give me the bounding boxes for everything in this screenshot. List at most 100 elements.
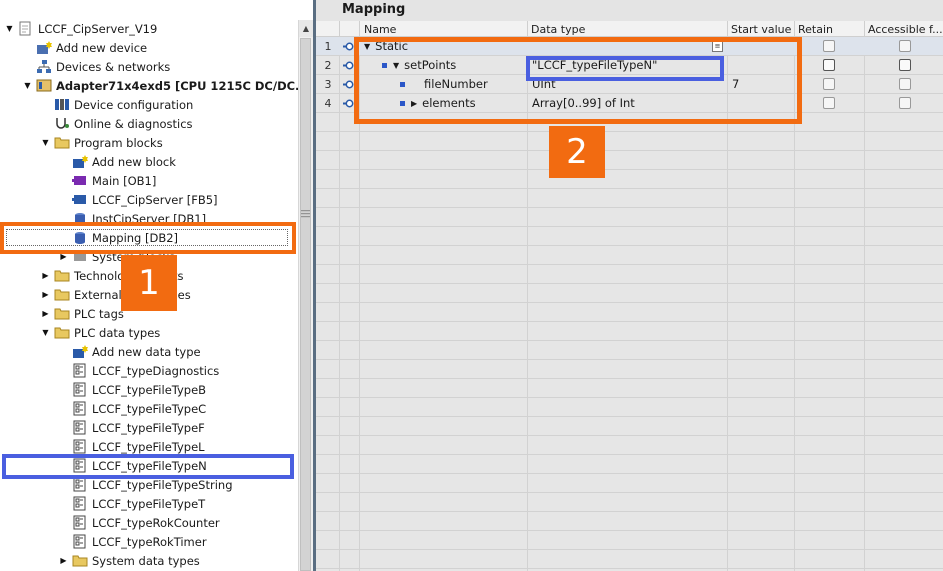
tree-item-label: Add new block [92, 154, 176, 169]
retain-checkbox[interactable] [823, 78, 835, 90]
header-rownum [316, 21, 340, 37]
empty-row[interactable] [316, 246, 943, 265]
tree-scrollbar-thumb[interactable] [300, 38, 311, 571]
empty-row[interactable] [316, 493, 943, 512]
tree-item[interactable]: LCCF_typeRokTimer [0, 532, 298, 551]
tree-item[interactable]: LCCF_typeDiagnostics [0, 361, 298, 380]
header-accessible[interactable]: Accessible f... [865, 21, 943, 37]
header-startvalue[interactable]: Start value [728, 21, 795, 37]
empty-row[interactable] [316, 436, 943, 455]
tree-item-label: LCCF_typeFileTypeB [92, 382, 207, 397]
empty-row[interactable] [316, 531, 943, 550]
tree-item[interactable]: LCCF_CipServer [FB5] [0, 190, 298, 209]
header-retain[interactable]: Retain [795, 21, 865, 37]
empty-row[interactable] [316, 550, 943, 569]
tree-item[interactable]: ▼ PLC data types [0, 323, 298, 342]
interface-icon [342, 41, 354, 52]
interface-icon [342, 79, 354, 90]
empty-row[interactable] [316, 303, 943, 322]
tree-item[interactable]: Add new device [0, 38, 298, 57]
add-block-icon [72, 154, 88, 169]
tree-item-label: LCCF_typeFileTypeT [92, 496, 206, 511]
empty-row[interactable] [316, 227, 943, 246]
accessible-checkbox[interactable] [899, 78, 911, 90]
tree-item-label: PLC data types [74, 325, 161, 340]
empty-row[interactable] [316, 151, 943, 170]
udt-icon [72, 496, 88, 511]
row-number: 3 [324, 78, 332, 91]
tree-item[interactable]: LCCF_typeFileTypeB [0, 380, 298, 399]
network-icon [36, 59, 52, 74]
accessible-checkbox[interactable] [899, 97, 911, 109]
header-datatype[interactable]: Data type [528, 21, 728, 37]
retain-checkbox[interactable] [823, 40, 835, 52]
tree-item-label: LCCF_typeDiagnostics [92, 363, 220, 378]
tree-item[interactable]: Main [OB1] [0, 171, 298, 190]
tree-item-label: Online & diagnostics [74, 116, 193, 131]
expand-right-icon[interactable]: ▶ [40, 270, 51, 281]
tree-item[interactable]: Devices & networks [0, 57, 298, 76]
row-number: 2 [324, 59, 332, 72]
tree-item-label: PLC tags [74, 306, 124, 321]
tree-item[interactable]: Add new block [0, 152, 298, 171]
expand-down-icon[interactable]: ▼ [40, 327, 51, 338]
udt-icon [72, 439, 88, 454]
scroll-grip-icon: ― ― ― [301, 206, 310, 222]
tree-item-label: Main [OB1] [92, 173, 157, 188]
tree-item[interactable]: LCCF_typeRokCounter [0, 513, 298, 532]
empty-row[interactable] [316, 512, 943, 531]
tree-item-label: Device configuration [74, 97, 194, 112]
tree-item[interactable]: LCCF_typeFileTypeT [0, 494, 298, 513]
empty-row[interactable] [316, 398, 943, 417]
interface-icon [342, 60, 354, 71]
tree-item[interactable]: Device configuration [0, 95, 298, 114]
tree-item[interactable]: LCCF_typeFileTypeF [0, 418, 298, 437]
expand-down-icon[interactable]: ▼ [4, 23, 15, 34]
empty-row[interactable] [316, 189, 943, 208]
expand-right-icon[interactable]: ▶ [40, 308, 51, 319]
expand-down-icon[interactable]: ▼ [40, 137, 51, 148]
tree-item[interactable]: Add new data type [0, 342, 298, 361]
tree-item[interactable]: Online & diagnostics [0, 114, 298, 133]
empty-row[interactable] [316, 284, 943, 303]
scroll-up-arrow-icon[interactable]: ▲ [298, 20, 313, 37]
empty-row[interactable] [316, 322, 943, 341]
empty-row[interactable] [316, 474, 943, 493]
empty-row[interactable] [316, 455, 943, 474]
tree-item-label: LCCF_CipServer_V19 [38, 21, 158, 36]
diagnostics-icon [54, 116, 70, 131]
empty-row[interactable] [316, 341, 943, 360]
retain-checkbox[interactable] [823, 97, 835, 109]
annotation-box-1 [0, 222, 296, 254]
empty-row[interactable] [316, 417, 943, 436]
row-number: 1 [324, 40, 332, 53]
udt-icon [72, 477, 88, 492]
tree-item-label: Program blocks [74, 135, 163, 150]
annotation-box-tree-n [2, 454, 294, 479]
accessible-checkbox[interactable] [899, 59, 911, 71]
empty-row[interactable] [316, 208, 943, 227]
empty-row[interactable] [316, 265, 943, 284]
tree-item[interactable]: ▶ System data types [0, 551, 298, 570]
retain-checkbox[interactable] [823, 59, 835, 71]
expand-right-icon[interactable]: ▶ [58, 555, 69, 566]
expand-right-icon[interactable]: ▶ [40, 289, 51, 300]
empty-row[interactable] [316, 379, 943, 398]
tree-item-label: Add new data type [92, 344, 201, 359]
tree-item[interactable]: ▼ Program blocks [0, 133, 298, 152]
empty-row[interactable] [316, 132, 943, 151]
empty-row[interactable] [316, 360, 943, 379]
header-name[interactable]: Name [360, 21, 528, 37]
tree-item[interactable]: ▼ Adapter71x4exd5 [CPU 1215C DC/DC... [0, 76, 298, 95]
editor-title: Mapping [316, 0, 943, 21]
tree-item-label: LCCF_typeFileTypeL [92, 439, 205, 454]
accessible-checkbox[interactable] [899, 40, 911, 52]
column-header: Name Data type Start value Retain Access… [316, 21, 943, 37]
expand-down-icon[interactable]: ▼ [22, 80, 33, 91]
empty-row[interactable] [316, 170, 943, 189]
tree-item[interactable]: ▼ LCCF_CipServer_V19 [0, 19, 298, 38]
tree-item[interactable]: LCCF_typeFileTypeC [0, 399, 298, 418]
